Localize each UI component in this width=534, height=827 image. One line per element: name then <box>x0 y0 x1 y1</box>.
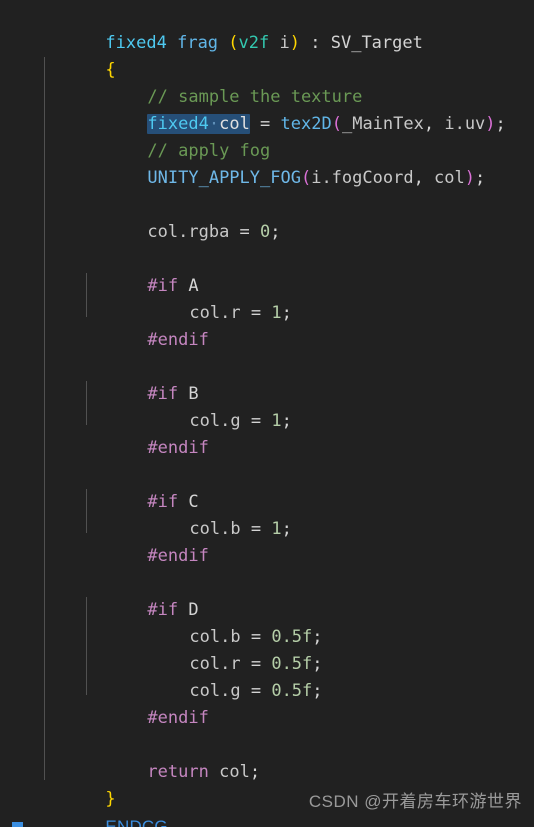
code-line-9-blank[interactable] <box>0 219 534 246</box>
code-line-6[interactable]: UNITY_APPLY_FOG(i.fogCoord, col); <box>0 138 534 188</box>
code-line-16[interactable]: #endif <box>0 408 534 458</box>
csdn-watermark: CSDN @开着房车环游世界 <box>308 792 522 811</box>
code-line-24[interactable]: col.r = 0.5f; <box>0 624 534 674</box>
code-line-21-blank[interactable] <box>0 543 534 570</box>
code-line-19[interactable]: col.b = 1; <box>0 489 534 539</box>
code-line-28[interactable]: return col; <box>0 732 534 782</box>
code-line-20[interactable]: #endif <box>0 516 534 566</box>
code-editor-viewport[interactable]: fixed4 frag (v2f i) : SV_Target { // sam… <box>0 0 534 827</box>
code-line-29[interactable]: } <box>0 759 534 809</box>
code-line-8[interactable]: col.rgba = 0; <box>0 192 534 242</box>
code-line-7-blank[interactable] <box>0 165 534 192</box>
code-line-12[interactable]: #endif <box>0 300 534 350</box>
code-line-15[interactable]: col.g = 1; <box>0 381 534 431</box>
code-line-10[interactable]: #if A <box>0 246 534 296</box>
code-line-25[interactable]: col.g = 0.5f; <box>0 651 534 701</box>
code-line-13-blank[interactable] <box>0 327 534 354</box>
code-line-4[interactable]: fixed4·col = tex2D(_MainTex, i.uv); <box>0 84 534 134</box>
code-line-5[interactable]: // apply fog <box>0 111 534 161</box>
code-line-23[interactable]: col.b = 0.5f; <box>0 597 534 647</box>
code-line-18[interactable]: #if C <box>0 462 534 512</box>
code-line-11[interactable]: col.r = 1; <box>0 273 534 323</box>
code-line-3[interactable]: // sample the texture <box>0 57 534 107</box>
code-line-14[interactable]: #if B <box>0 354 534 404</box>
code-line-1[interactable]: fixed4 frag (v2f i) : SV_Target <box>0 3 534 53</box>
code-line-26[interactable]: #endif <box>0 678 534 728</box>
token-endcg: ENDCG <box>105 817 168 827</box>
code-lines-container[interactable]: fixed4 frag (v2f i) : SV_Target { // sam… <box>0 3 534 827</box>
next-line-partial-glyph <box>12 822 23 827</box>
code-line-17-blank[interactable] <box>0 435 534 462</box>
code-line-2[interactable]: { <box>0 30 534 80</box>
code-line-22[interactable]: #if D <box>0 570 534 620</box>
code-line-27-blank[interactable] <box>0 705 534 732</box>
